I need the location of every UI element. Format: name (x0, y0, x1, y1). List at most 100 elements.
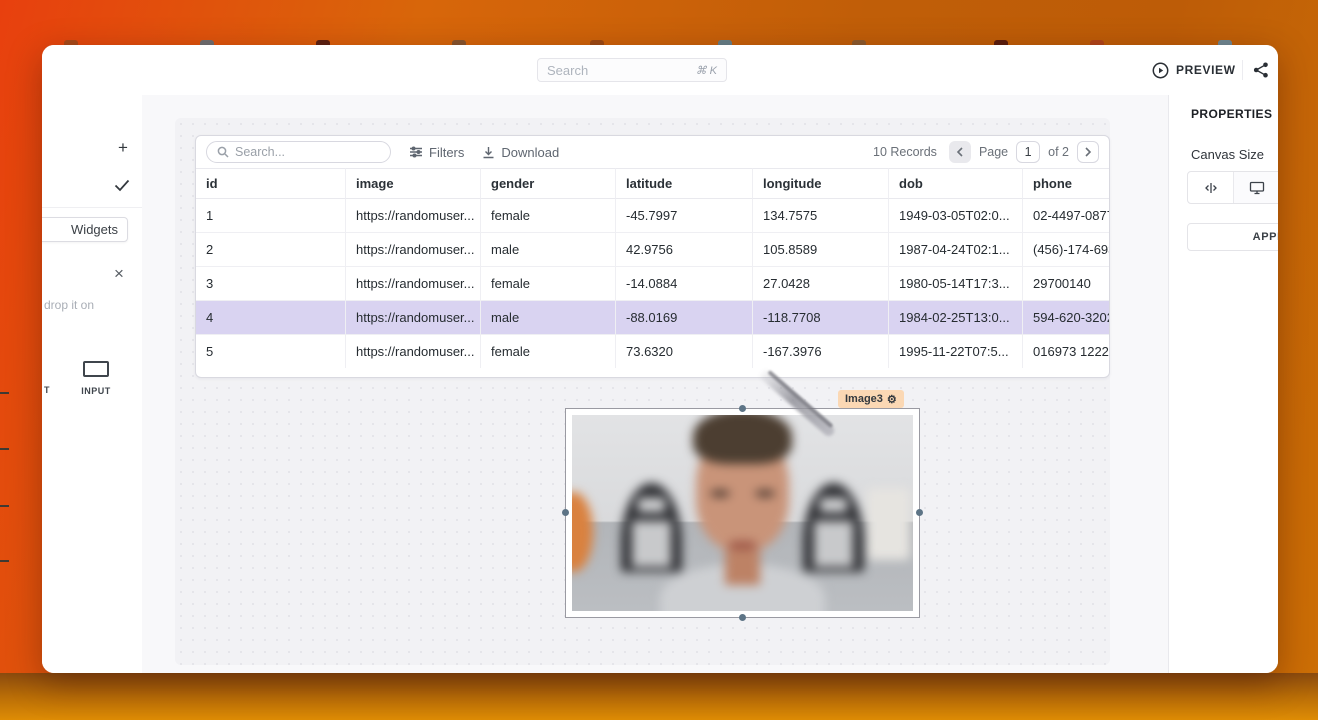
column-header[interactable]: id (196, 168, 346, 199)
table-row[interactable]: 3https://randomuser...female-14.088427.0… (196, 267, 1109, 301)
table-cell[interactable]: (456)-174-693 (1023, 233, 1109, 266)
table-cell[interactable]: -167.3976 (753, 335, 889, 368)
table-cell[interactable]: https://randomuser... (346, 335, 481, 368)
table-search-input[interactable]: Search... (206, 141, 391, 163)
download-label: Download (501, 145, 559, 160)
table-row[interactable]: 4https://randomuser...male-88.0169-118.7… (196, 301, 1109, 335)
table-cell[interactable]: female (481, 199, 616, 232)
resize-handle-left[interactable] (562, 509, 569, 516)
table-cell[interactable]: 1987-04-24T02:1... (889, 233, 1023, 266)
search-placeholder: Search (547, 63, 588, 78)
properties-title: PROPERTIES (1191, 107, 1272, 121)
resize-handle-right[interactable] (916, 509, 923, 516)
download-icon (482, 146, 495, 159)
column-header[interactable]: image (346, 168, 481, 199)
app-builder-window: Search ⌘ K PREVIEW + (42, 45, 1278, 673)
table-row[interactable]: 2https://randomuser...male42.9756105.858… (196, 233, 1109, 267)
table-search-placeholder: Search... (235, 145, 285, 159)
table-cell[interactable]: https://randomuser... (346, 233, 481, 266)
canvas-size-segmented-control (1187, 171, 1278, 204)
table-cell[interactable]: 73.6320 (616, 335, 753, 368)
table-cell[interactable]: 5 (196, 335, 346, 368)
page-next-button[interactable] (1077, 141, 1099, 163)
widget-name-label: Image3 (845, 393, 883, 405)
filters-button[interactable]: Filters (409, 145, 464, 160)
table-cell[interactable]: 3 (196, 267, 346, 300)
table-row[interactable]: 5https://randomuser...female73.6320-167.… (196, 335, 1109, 368)
column-header[interactable]: dob (889, 168, 1023, 199)
portrait-photo (572, 415, 913, 611)
table-header-row: idimagegenderlatitudelongitudedobphone (196, 168, 1109, 199)
share-icon[interactable] (1252, 61, 1270, 79)
page-number-input[interactable]: 1 (1016, 141, 1040, 163)
close-icon[interactable]: × (110, 265, 128, 283)
table-cell[interactable]: 1984-02-25T13:0... (889, 301, 1023, 334)
table-cell[interactable]: 134.7575 (753, 199, 889, 232)
column-header[interactable]: longitude (753, 168, 889, 199)
table-cell[interactable]: https://randomuser... (346, 301, 481, 334)
widget-label-fragment: T (44, 385, 50, 395)
preview-button[interactable]: PREVIEW (1152, 59, 1236, 81)
page-prev-button[interactable] (949, 141, 971, 163)
bg-tick-mark (0, 560, 9, 562)
properties-panel: PROPERTIES Canvas Size APPLY (1168, 95, 1278, 673)
table-cell[interactable]: 594-620-3202 (1023, 301, 1109, 334)
preview-label: PREVIEW (1176, 63, 1236, 77)
table-cell[interactable]: https://randomuser... (346, 267, 481, 300)
image-widget[interactable] (565, 408, 920, 618)
input-widget-card[interactable]: INPUT (72, 361, 120, 396)
table-cell[interactable]: -118.7708 (753, 301, 889, 334)
input-widget-icon (83, 361, 109, 377)
check-icon[interactable] (114, 179, 132, 193)
table-cell[interactable]: female (481, 335, 616, 368)
download-button[interactable]: Download (482, 145, 559, 160)
apply-button[interactable]: APPLY (1187, 223, 1278, 251)
canvas-width-option[interactable] (1188, 172, 1234, 203)
gear-icon[interactable]: ⚙ (887, 393, 897, 406)
table-cell[interactable]: 2 (196, 233, 346, 266)
table-cell[interactable]: 1980-05-14T17:3... (889, 267, 1023, 300)
table-cell[interactable]: female (481, 267, 616, 300)
table-cell[interactable]: 016973 12222 (1023, 335, 1109, 368)
topbar: Search ⌘ K PREVIEW (42, 45, 1278, 96)
resize-handle-top[interactable] (739, 405, 746, 412)
plus-icon[interactable]: + (114, 139, 132, 157)
table-cell[interactable]: 1949-03-05T02:0... (889, 199, 1023, 232)
column-header[interactable]: gender (481, 168, 616, 199)
table-widget[interactable]: Search... Filters (195, 135, 1110, 378)
widgets-search-input[interactable]: Widgets (42, 217, 128, 242)
column-header[interactable]: latitude (616, 168, 753, 199)
table-cell[interactable]: 27.0428 (753, 267, 889, 300)
records-count: 10 Records (873, 145, 937, 159)
widgets-search-value: Widgets (71, 222, 118, 237)
table-cell[interactable]: male (481, 233, 616, 266)
widget-name-tag[interactable]: Image3 ⚙ (838, 390, 904, 408)
drop-hint-text: drop it on (44, 298, 94, 312)
panel-divider (42, 207, 142, 208)
filters-icon (409, 146, 423, 158)
resize-handle-bottom[interactable] (739, 614, 746, 621)
table-cell[interactable]: 42.9756 (616, 233, 753, 266)
page-label: Page (979, 145, 1008, 159)
table-cell[interactable]: 4 (196, 301, 346, 334)
table-cell[interactable]: https://randomuser... (346, 199, 481, 232)
desktop-size-option[interactable] (1234, 172, 1278, 203)
bg-tick-mark (0, 448, 9, 450)
search-icon (217, 146, 229, 158)
table-cell[interactable]: 29700140 (1023, 267, 1109, 300)
table-toolbar: Search... Filters (196, 136, 1109, 168)
table-cell[interactable]: -14.0884 (616, 267, 753, 300)
table-cell[interactable]: 105.8589 (753, 233, 889, 266)
widgets-panel: + Widgets × drop it on T INPUT (42, 95, 143, 673)
table-cell[interactable]: male (481, 301, 616, 334)
column-header[interactable]: phone (1023, 168, 1109, 199)
table-cell[interactable]: 1 (196, 199, 346, 232)
table-cell[interactable]: -45.7997 (616, 199, 753, 232)
table-cell[interactable]: -88.0169 (616, 301, 753, 334)
bg-bottom-band (0, 673, 1318, 720)
table-row[interactable]: 1https://randomuser...female-45.7997134.… (196, 199, 1109, 233)
global-search-input[interactable]: Search ⌘ K (537, 58, 727, 82)
table-cell[interactable]: 02-4497-0877 (1023, 199, 1109, 232)
table-body: 1https://randomuser...female-45.7997134.… (196, 199, 1109, 368)
table-cell[interactable]: 1995-11-22T07:5... (889, 335, 1023, 368)
